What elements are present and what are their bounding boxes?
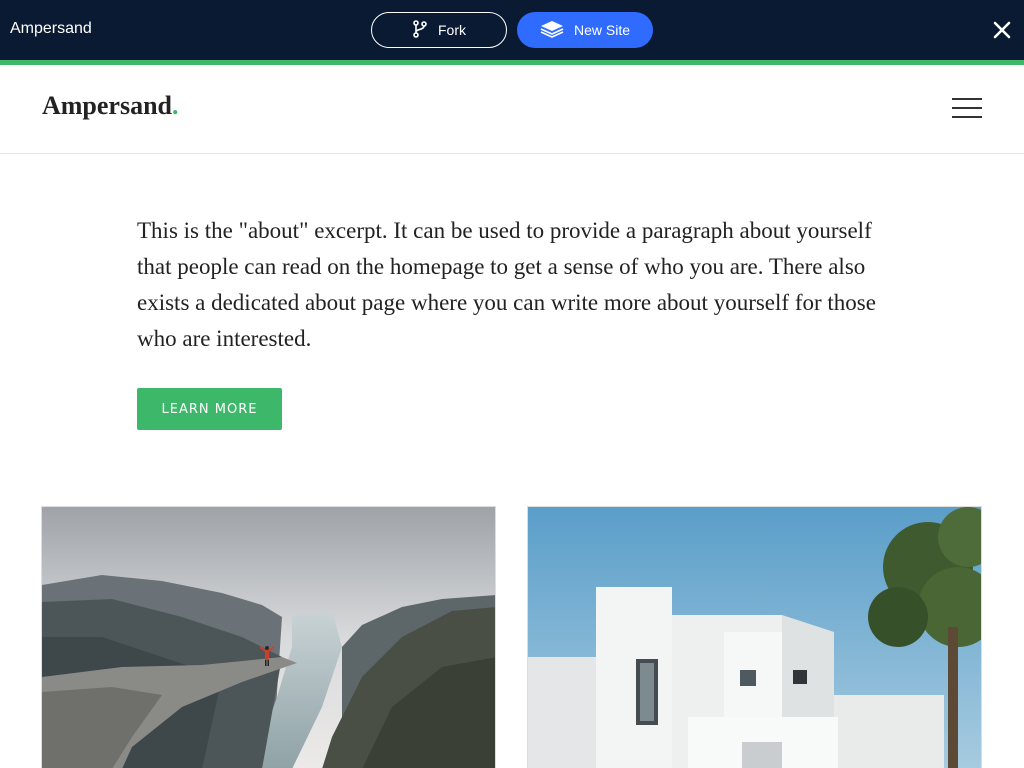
hamburger-icon[interactable] <box>952 98 984 120</box>
post-card-image[interactable] <box>41 506 496 768</box>
site-header: Ampersand. <box>0 65 1024 154</box>
post-card-image[interactable] <box>527 506 982 768</box>
white-building-image <box>528 507 981 768</box>
logo-text: Ampersand <box>42 91 173 120</box>
toolbar-brand: Ampersand <box>10 20 92 37</box>
new-site-label: New Site <box>573 22 631 38</box>
fork-button[interactable]: Fork <box>371 12 507 48</box>
fork-label: Fork <box>438 22 466 38</box>
new-site-button[interactable]: New Site <box>517 12 653 48</box>
about-excerpt: This is the "about" excerpt. It can be u… <box>137 218 876 351</box>
fork-icon <box>412 19 428 41</box>
mountain-fjord-image <box>42 507 495 768</box>
site-logo[interactable]: Ampersand. <box>42 91 179 121</box>
layers-icon <box>540 20 564 41</box>
close-icon[interactable] <box>990 18 1014 42</box>
top-toolbar: Ampersand Fork New Site <box>0 0 1024 60</box>
logo-dot: . <box>172 91 179 120</box>
learn-more-button[interactable]: LEARN MORE <box>137 388 282 430</box>
